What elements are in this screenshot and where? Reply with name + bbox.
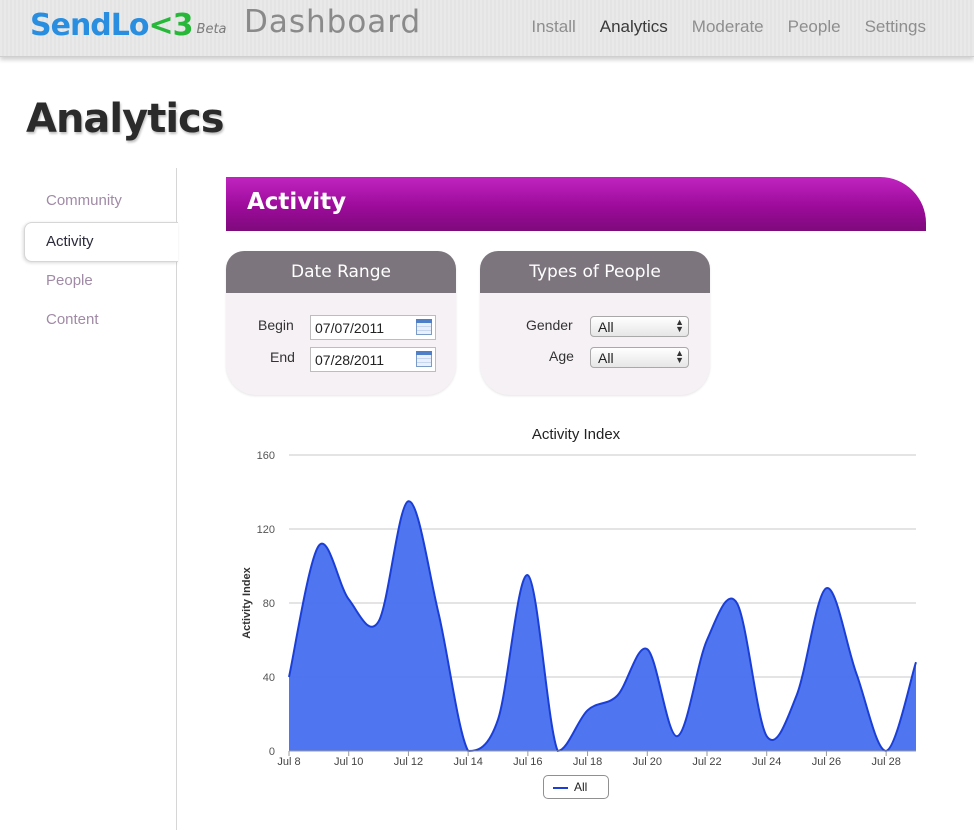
section-header: Activity	[226, 177, 926, 231]
page-title: Analytics	[26, 96, 225, 142]
age-select-value: All	[598, 350, 614, 366]
select-arrows-icon: ▲ ▼	[675, 348, 684, 365]
begin-label: Begin	[258, 317, 294, 333]
x-tick-label: Jul 20	[633, 756, 662, 768]
app-title: Dashboard	[244, 4, 422, 40]
x-tick-label: Jul 14	[453, 756, 482, 768]
logo-text: SendLo<3	[30, 8, 194, 43]
x-tick-label: Jul 8	[277, 756, 300, 768]
top-bar: SendLo<3 Beta Dashboard Install Analytic…	[0, 0, 974, 57]
nav-analytics[interactable]: Analytics	[600, 17, 668, 37]
begin-date-input[interactable]: 07/07/2011	[310, 315, 436, 340]
types-of-people-card: Types of People Gender All ▲ ▼ Age All ▲ ▼	[480, 251, 710, 395]
x-tick-label: Jul 18	[573, 756, 602, 768]
gender-select[interactable]: All ▲ ▼	[590, 316, 689, 337]
select-arrows-icon: ▲ ▼	[675, 317, 684, 334]
section-title: Activity	[247, 189, 347, 215]
x-tick-label: Jul 12	[394, 756, 423, 768]
legend-swatch	[553, 787, 568, 789]
end-date-input[interactable]: 07/28/2011	[310, 347, 436, 372]
sidebar-item-content[interactable]: Content	[46, 311, 99, 328]
sidebar-item-community[interactable]: Community	[46, 192, 122, 209]
age-label: Age	[549, 348, 574, 364]
logo[interactable]: SendLo<3 Beta	[30, 4, 227, 44]
nav-moderate[interactable]: Moderate	[692, 17, 764, 37]
series-area-all	[289, 501, 916, 751]
y-tick-label: 40	[263, 672, 275, 684]
logo-beta: Beta	[196, 22, 227, 37]
y-tick-label: 160	[257, 450, 275, 462]
nav-install[interactable]: Install	[531, 17, 575, 37]
nav-settings[interactable]: Settings	[865, 17, 926, 37]
y-axis-label: Activity Index	[241, 566, 253, 638]
date-range-card: Date Range Begin 07/07/2011 End 07/28/20…	[226, 251, 456, 395]
end-label: End	[270, 349, 295, 365]
x-tick-label: Jul 28	[871, 756, 900, 768]
age-select[interactable]: All ▲ ▼	[590, 347, 689, 368]
x-tick-label: Jul 10	[334, 756, 363, 768]
y-tick-label: 120	[257, 524, 275, 536]
calendar-icon[interactable]	[416, 319, 432, 335]
calendar-icon[interactable]	[416, 351, 432, 367]
activity-chart: Activity Index 0 40 80 120 160 Activity Index J…	[226, 414, 926, 814]
chart-legend[interactable]: All	[543, 775, 609, 799]
date-range-title: Date Range	[226, 251, 456, 293]
x-tick-label: Jul 16	[513, 756, 542, 768]
logo-heart: <3	[148, 8, 194, 43]
x-tick-label: Jul 26	[812, 756, 841, 768]
begin-date-value: 07/07/2011	[315, 320, 385, 336]
types-of-people-title: Types of People	[480, 251, 710, 293]
sidebar-item-people[interactable]: People	[46, 272, 93, 289]
legend-label: All	[574, 780, 588, 794]
sidebar: Community Activity People Content	[24, 168, 178, 830]
y-tick-label: 0	[269, 746, 275, 758]
chart-title: Activity Index	[532, 426, 621, 443]
gender-label: Gender	[526, 317, 573, 333]
gender-select-value: All	[598, 319, 614, 335]
activity-chart-svg: Activity Index 0 40 80 120 160 Activity Index J…	[241, 426, 917, 768]
end-date-value: 07/28/2011	[315, 352, 385, 368]
sidebar-item-activity[interactable]: Activity	[46, 233, 94, 250]
x-tick-label: Jul 22	[692, 756, 721, 768]
y-tick-label: 80	[263, 598, 275, 610]
nav-people[interactable]: People	[788, 17, 841, 37]
main-nav: Install Analytics Moderate People Settin…	[507, 17, 926, 37]
x-tick-label: Jul 24	[752, 756, 781, 768]
